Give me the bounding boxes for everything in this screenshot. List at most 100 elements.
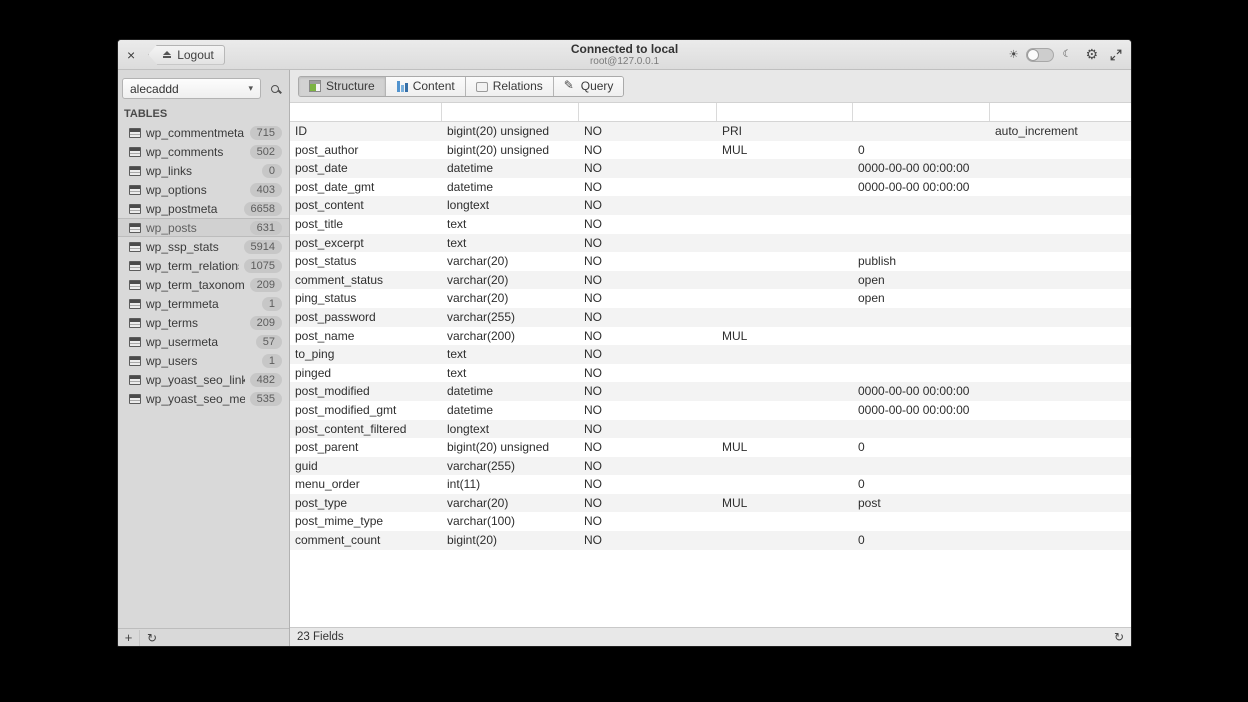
table-row[interactable]: post_excerpt text NO <box>290 233 1131 253</box>
sidebar-table-item[interactable]: wp_ssp_stats 5914 <box>118 237 289 256</box>
table-name: wp_posts <box>146 220 197 235</box>
cell-null: NO <box>584 477 602 492</box>
tab-label: Query <box>580 79 614 93</box>
column-header[interactable] <box>290 103 442 121</box>
table-row[interactable]: post_parent bigint(20) unsigned NO MUL 0 <box>290 438 1131 457</box>
tab-label: Content <box>412 79 455 93</box>
close-window-button[interactable]: × <box>127 48 135 62</box>
cell-null: NO <box>584 514 602 529</box>
table-row-count-badge: 502 <box>249 144 282 159</box>
column-header[interactable] <box>717 103 853 121</box>
table-row[interactable]: ID bigint(20) unsigned NO PRI auto_incre… <box>290 122 1131 141</box>
theme-toggle-knob[interactable] <box>1027 48 1040 61</box>
table-row[interactable]: post_password varchar(255) NO <box>290 307 1131 327</box>
table-row[interactable]: post_date_gmt datetime NO 0000-00-00 00:… <box>290 178 1131 197</box>
cell-type: text <box>447 216 467 231</box>
cell-extra <box>990 475 1131 494</box>
table-row[interactable]: ping_status varchar(20) NO open <box>290 289 1131 308</box>
table-icon <box>129 317 141 328</box>
cell-key <box>717 308 853 327</box>
table-icon <box>129 184 141 195</box>
cell-key <box>717 159 853 178</box>
table-row[interactable]: menu_order int(11) NO 0 <box>290 475 1131 494</box>
table-row[interactable]: post_status varchar(20) NO publish <box>290 252 1131 271</box>
cell-type: bigint(20) unsigned <box>447 124 550 138</box>
cell-field: post_type <box>295 495 348 510</box>
table-name: wp_termmeta <box>146 296 219 311</box>
table-icon <box>129 241 141 252</box>
view-tab[interactable]: Content <box>385 76 466 96</box>
table-row[interactable]: post_modified_gmt datetime NO 0000-00-00… <box>290 401 1131 420</box>
table-row[interactable]: to_ping text NO <box>290 345 1131 364</box>
cell-field: post_modified <box>295 384 370 399</box>
table-row[interactable]: post_type varchar(20) NO MUL post <box>290 493 1131 513</box>
table-row[interactable]: comment_count bigint(20) NO 0 <box>290 531 1131 550</box>
sidebar-table-item[interactable]: wp_term_relationships 1075 <box>118 256 289 275</box>
table-name: wp_postmeta <box>146 201 218 216</box>
cell-type: datetime <box>447 384 494 399</box>
connection-subtitle: root@127.0.0.1 <box>589 56 660 67</box>
tables-list: wp_commentmeta 715 wp_comments 502 wp_li… <box>118 123 289 628</box>
view-tab[interactable]: Query <box>553 76 624 96</box>
table-row-count-badge: 1075 <box>243 258 282 273</box>
cell-field: post_mime_type <box>295 514 384 529</box>
cell-field: ID <box>295 124 307 138</box>
sidebar-table-item[interactable]: wp_yoast_seo_links 482 <box>118 370 289 389</box>
table-row[interactable]: post_content longtext NO <box>290 196 1131 215</box>
table-row[interactable]: post_title text NO <box>290 215 1131 234</box>
sidebar-table-item[interactable]: wp_term_taxonomy 209 <box>118 275 289 294</box>
column-header[interactable] <box>579 103 717 121</box>
structure-rows: ID bigint(20) unsigned NO PRI auto_incre… <box>290 122 1131 550</box>
table-row[interactable]: pinged text NO <box>290 364 1131 383</box>
sidebar-table-item[interactable]: wp_posts 631 <box>118 218 289 237</box>
database-selector[interactable]: alecaddd ▾ <box>122 78 261 99</box>
table-row[interactable]: post_content_filtered longtext NO <box>290 419 1131 439</box>
cell-extra <box>990 289 1131 308</box>
cell-field: menu_order <box>295 477 360 492</box>
table-row[interactable]: post_mime_type varchar(100) NO <box>290 512 1131 531</box>
column-header[interactable] <box>990 103 1131 121</box>
table-row[interactable]: post_author bigint(20) unsigned NO MUL 0 <box>290 141 1131 160</box>
table-icon <box>129 393 141 404</box>
sidebar-table-item[interactable]: wp_comments 502 <box>118 142 289 161</box>
sidebar-table-item[interactable]: wp_commentmeta 715 <box>118 123 289 142</box>
view-tab[interactable]: Structure <box>299 76 386 96</box>
table-row[interactable]: guid varchar(255) NO <box>290 456 1131 476</box>
cell-type: varchar(20) <box>447 291 509 306</box>
table-row[interactable]: comment_status varchar(20) NO open <box>290 270 1131 290</box>
sidebar-table-item[interactable]: wp_terms 209 <box>118 313 289 332</box>
refresh-structure-icon[interactable]: ↻ <box>1114 630 1124 644</box>
table-row[interactable]: post_date datetime NO 0000-00-00 00:00:0… <box>290 159 1131 178</box>
settings-gear-icon[interactable]: ⚙ <box>1085 47 1098 63</box>
logout-button[interactable]: Logout <box>148 44 225 65</box>
cell-null: NO <box>584 402 602 417</box>
sidebar-table-item[interactable]: wp_yoast_seo_meta 535 <box>118 389 289 408</box>
sidebar-table-item[interactable]: wp_options 403 <box>118 180 289 199</box>
sidebar-table-item[interactable]: wp_users 1 <box>118 351 289 370</box>
cell-key <box>717 382 853 401</box>
sidebar-table-item[interactable]: wp_termmeta 1 <box>118 294 289 313</box>
table-row[interactable]: post_name varchar(200) NO MUL <box>290 327 1131 346</box>
column-header[interactable] <box>853 103 990 121</box>
cell-type: bigint(20) unsigned <box>447 142 550 157</box>
light-mode-icon: ☀ <box>1008 48 1019 61</box>
cell-extra <box>990 457 1131 476</box>
sidebar-table-item[interactable]: wp_links 0 <box>118 161 289 180</box>
table-row[interactable]: post_modified datetime NO 0000-00-00 00:… <box>290 382 1131 401</box>
cell-field: ping_status <box>295 291 357 306</box>
sidebar-table-item[interactable]: wp_postmeta 6658 <box>118 199 289 218</box>
column-header[interactable] <box>442 103 579 121</box>
cell-field: post_date <box>295 161 348 176</box>
add-table-button[interactable]: + <box>118 629 140 646</box>
structure-header-row <box>290 103 1131 122</box>
view-tab[interactable]: Relations <box>465 76 554 96</box>
search-tables-button[interactable] <box>265 79 285 99</box>
cell-default <box>853 308 990 327</box>
refresh-tables-icon[interactable]: ↻ <box>140 631 164 645</box>
table-name: wp_yoast_seo_meta <box>146 391 245 406</box>
theme-toggle[interactable] <box>1026 47 1055 62</box>
fullscreen-icon[interactable] <box>1110 49 1122 61</box>
cell-key <box>717 234 853 253</box>
sidebar-table-item[interactable]: wp_usermeta 57 <box>118 332 289 351</box>
table-row-count-badge: 0 <box>261 163 282 178</box>
